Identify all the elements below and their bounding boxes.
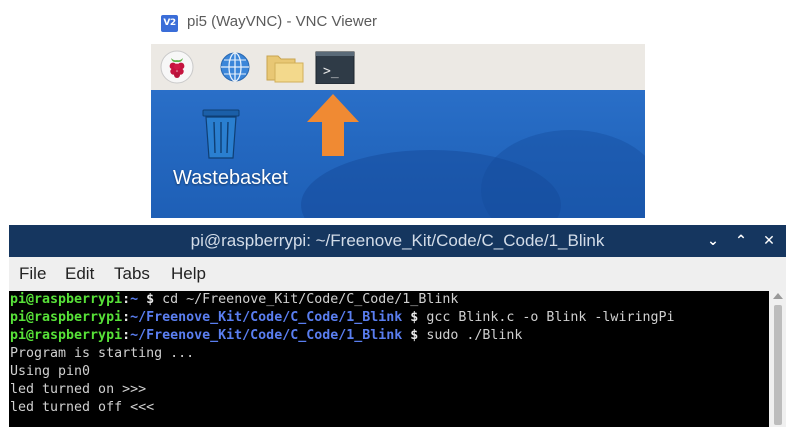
- vnc-logo-icon: V2: [161, 15, 178, 32]
- title-user: pi@raspberrypi: [190, 231, 307, 250]
- terminal-line: Using pin0: [10, 364, 91, 379]
- terminal-line: pi@raspberrypi:~/Freenove_Kit/Code/C_Cod…: [10, 328, 523, 343]
- file-manager-icon[interactable]: [265, 50, 304, 84]
- vnc-titlebar: V2 pi5 (WayVNC) - VNC Viewer: [151, 0, 645, 44]
- vnc-window-title: pi5 (WayVNC) - VNC Viewer: [187, 13, 378, 30]
- menu-file[interactable]: File: [19, 264, 46, 284]
- wastebasket-label: Wastebasket: [173, 167, 288, 189]
- web-browser-icon[interactable]: [217, 50, 253, 84]
- terminal-line: pi@raspberrypi:~ $ cd ~/Freenove_Kit/Cod…: [10, 292, 459, 307]
- terminal-title: pi@raspberrypi: ~/Freenove_Kit/Code/C_Co…: [9, 231, 786, 251]
- up-arrow-annotation-icon: [303, 92, 363, 158]
- menu-edit[interactable]: Edit: [65, 264, 94, 284]
- terminal-window: pi@raspberrypi: ~/Freenove_Kit/Code/C_Co…: [9, 225, 786, 427]
- desktop-wallpaper-shape: [481, 130, 645, 218]
- desktop: Wastebasket: [151, 90, 645, 218]
- menu-bar: File Edit Tabs Help: [9, 257, 786, 291]
- minimize-button[interactable]: ⌄: [703, 231, 723, 251]
- terminal-line: Program is starting ...: [10, 346, 195, 361]
- maximize-button[interactable]: ⌃: [731, 231, 751, 251]
- terminal-output[interactable]: pi@raspberrypi:~ $ cd ~/Freenove_Kit/Cod…: [9, 291, 769, 427]
- menu-tabs[interactable]: Tabs: [114, 264, 150, 284]
- terminal-line: led turned on >>>: [10, 382, 147, 397]
- terminal-icon[interactable]: >_: [315, 50, 355, 85]
- vnc-viewer-window: V2 pi5 (WayVNC) - VNC Viewer >_ Wastebas…: [151, 0, 645, 218]
- scrollbar-thumb[interactable]: [774, 305, 782, 425]
- raspberry-menu-icon[interactable]: [159, 50, 195, 84]
- title-path: : ~/Freenove_Kit/Code/C_Code/1_Blink: [306, 231, 605, 250]
- terminal-scrollbar[interactable]: [769, 291, 786, 427]
- menu-help[interactable]: Help: [171, 264, 206, 284]
- terminal-line: pi@raspberrypi:~/Freenove_Kit/Code/C_Cod…: [10, 310, 675, 325]
- taskbar: >_: [151, 44, 645, 90]
- terminal-line: led turned off <<<: [10, 400, 155, 415]
- terminal-titlebar[interactable]: pi@raspberrypi: ~/Freenove_Kit/Code/C_Co…: [9, 225, 786, 257]
- wastebasket-icon[interactable]: [201, 108, 241, 160]
- close-button[interactable]: ✕: [759, 231, 779, 251]
- terminal-prompt-glyph: >_: [323, 64, 339, 79]
- scroll-up-arrow-icon[interactable]: [773, 293, 783, 299]
